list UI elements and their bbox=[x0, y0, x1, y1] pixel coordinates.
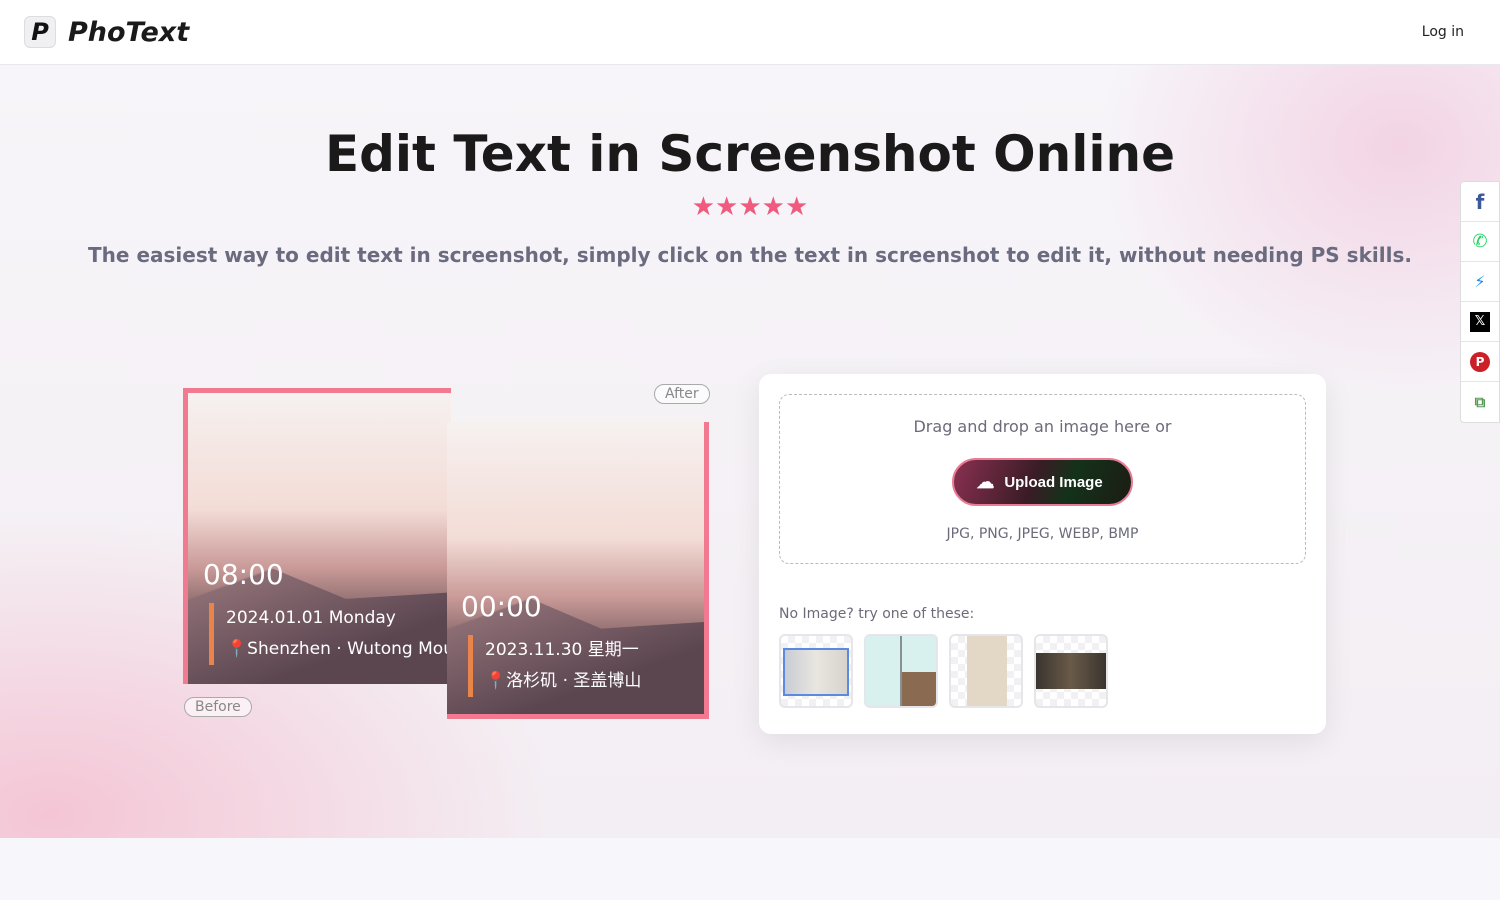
page-title: Edit Text in Screenshot Online bbox=[324, 125, 1176, 183]
before-time: 08:00 bbox=[203, 558, 284, 591]
logo[interactable]: P PhoText bbox=[24, 16, 189, 48]
facebook-icon[interactable]: f bbox=[1461, 182, 1499, 222]
dropzone[interactable]: Drag and drop an image here or ☁ Upload … bbox=[779, 394, 1306, 564]
logo-icon: P bbox=[24, 16, 56, 48]
pinterest-icon[interactable]: P bbox=[1461, 342, 1499, 382]
copy-link-icon[interactable]: ⧉ bbox=[1461, 382, 1499, 422]
hero: Edit Text in Screenshot Online ★★★★★ The… bbox=[0, 65, 1500, 838]
after-location: 📍洛杉矶 · 圣盖博山 bbox=[485, 671, 642, 691]
after-time: 00:00 bbox=[461, 590, 542, 623]
sample-poster[interactable] bbox=[1034, 634, 1108, 708]
rating-stars: ★★★★★ bbox=[691, 192, 809, 222]
before-location: 📍Shenzhen · Wutong Mountain bbox=[226, 639, 451, 659]
header: P PhoText Log in bbox=[0, 0, 1500, 65]
sample-invitation[interactable] bbox=[949, 634, 1023, 708]
messenger-icon[interactable]: ⚡ bbox=[1461, 262, 1499, 302]
login-link[interactable]: Log in bbox=[1422, 24, 1464, 40]
upload-image-button[interactable]: ☁ Upload Image bbox=[952, 458, 1133, 506]
sample-images bbox=[779, 634, 1108, 708]
before-label: Before bbox=[184, 697, 252, 717]
drop-text: Drag and drop an image here or bbox=[913, 417, 1172, 436]
subtitle: The easiest way to edit text in screensh… bbox=[88, 243, 1412, 267]
before-date: 2024.01.01 Monday bbox=[226, 608, 396, 628]
brand-name: PhoText bbox=[68, 16, 190, 48]
sample-prompt: No Image? try one of these: bbox=[779, 606, 975, 622]
sample-document[interactable] bbox=[779, 634, 853, 708]
after-date: 2023.11.30 星期一 bbox=[485, 640, 639, 660]
after-label: After bbox=[654, 384, 710, 404]
upload-button-label: Upload Image bbox=[1004, 473, 1103, 491]
after-image: 00:00 2023.11.30 星期一 📍洛杉矶 · 圣盖博山 bbox=[447, 422, 709, 719]
after-details: 2023.11.30 星期一 📍洛杉矶 · 圣盖博山 bbox=[468, 635, 641, 697]
supported-formats: JPG, PNG, JPEG, WEBP, BMP bbox=[946, 526, 1139, 542]
sample-comic[interactable] bbox=[864, 634, 938, 708]
x-icon[interactable]: 𝕏 bbox=[1461, 302, 1499, 342]
before-details: 2024.01.01 Monday 📍Shenzhen · Wutong Moun… bbox=[209, 603, 451, 665]
whatsapp-icon[interactable]: ✆ bbox=[1461, 222, 1499, 262]
upload-card: Drag and drop an image here or ☁ Upload … bbox=[759, 374, 1326, 734]
before-image: 08:00 2024.01.01 Monday 📍Shenzhen · Wuton… bbox=[183, 388, 451, 684]
share-bar: f ✆ ⚡ 𝕏 P ⧉ bbox=[1460, 181, 1500, 423]
cloud-upload-icon: ☁ bbox=[976, 471, 995, 492]
